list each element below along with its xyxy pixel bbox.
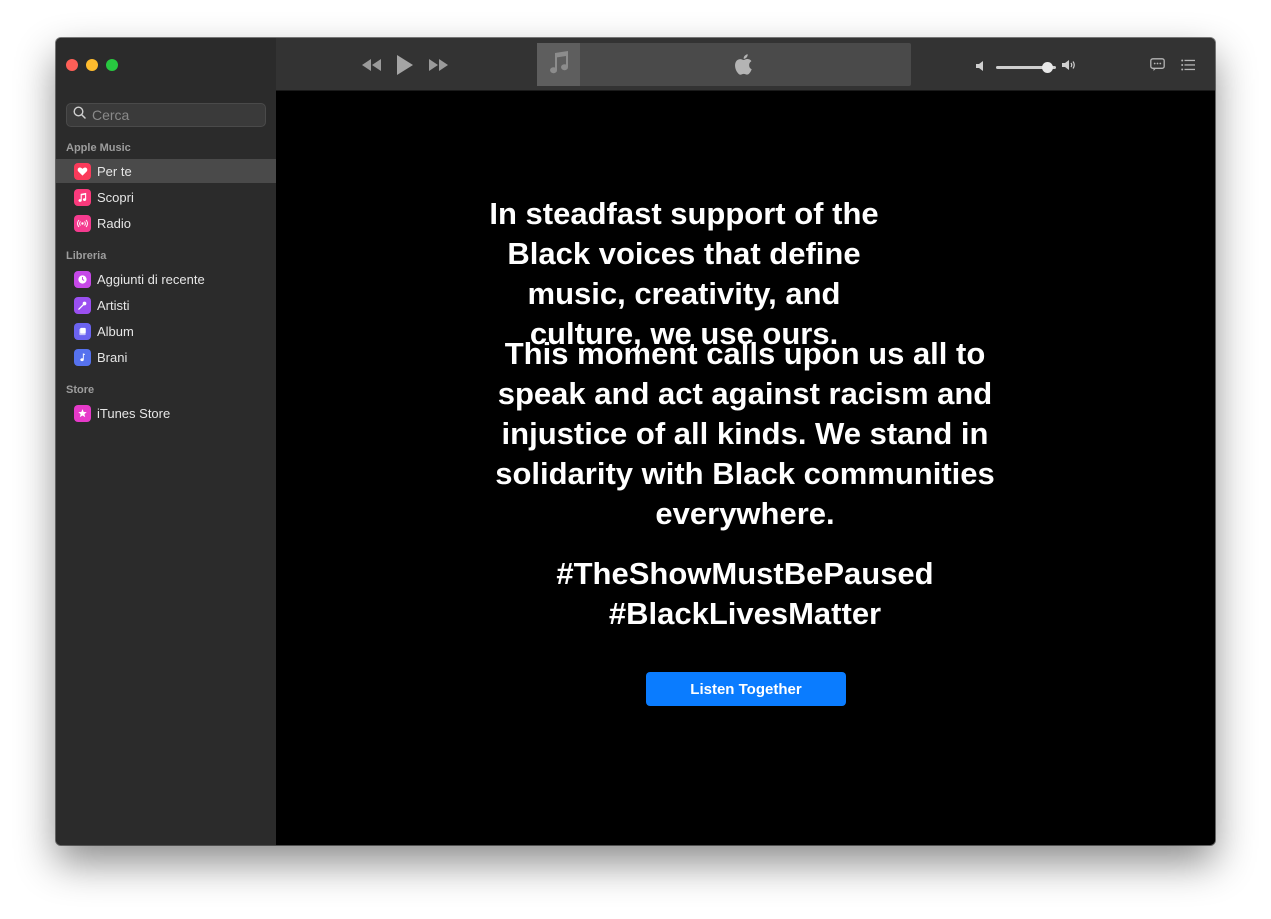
sidebar-item-album[interactable]: Album bbox=[56, 319, 276, 343]
section-label-libreria: Libreria bbox=[66, 250, 107, 262]
volume-slider[interactable] bbox=[996, 61, 1056, 73]
search-field[interactable] bbox=[66, 103, 266, 127]
close-window-button[interactable] bbox=[66, 59, 78, 71]
lyrics-icon[interactable] bbox=[1150, 58, 1165, 77]
minimize-window-button[interactable] bbox=[86, 59, 98, 71]
album-art-placeholder bbox=[537, 43, 580, 86]
sidebar-item-label: Scopri bbox=[97, 189, 134, 205]
radio-waves-icon bbox=[74, 214, 91, 232]
sidebar-item-label: Artisti bbox=[97, 297, 130, 313]
sidebar-item-itunes-store[interactable]: iTunes Store bbox=[56, 401, 276, 425]
section-label-apple-music: Apple Music bbox=[66, 142, 131, 154]
star-icon bbox=[74, 404, 91, 422]
sidebar-item-scopri[interactable]: Scopri bbox=[56, 185, 276, 209]
clock-icon bbox=[74, 270, 91, 288]
sidebar-item-label: Aggiunti di recente bbox=[97, 271, 205, 287]
statement-text-2: This moment calls upon us all to speak a… bbox=[495, 336, 995, 531]
transport-controls bbox=[360, 54, 450, 76]
music-app-window: Apple Music Per te Scopri Radio Libreria bbox=[56, 38, 1215, 845]
play-icon[interactable] bbox=[396, 54, 414, 76]
sidebar-item-per-te[interactable]: Per te bbox=[56, 159, 276, 183]
sidebar-item-brani[interactable]: Brani bbox=[56, 345, 276, 369]
hashtag-black-lives-matter: #BlackLivesMatter bbox=[608, 596, 882, 631]
music-note-icon bbox=[74, 188, 91, 206]
microphone-icon bbox=[74, 296, 91, 314]
sidebar: Apple Music Per te Scopri Radio Libreria bbox=[56, 38, 276, 845]
search-input[interactable] bbox=[92, 107, 262, 123]
volume-low-icon bbox=[976, 58, 984, 76]
music-note-icon bbox=[74, 348, 91, 366]
playback-toolbar bbox=[276, 38, 1215, 91]
album-icon bbox=[74, 322, 91, 340]
section-label-store: Store bbox=[66, 384, 95, 396]
sidebar-item-aggiunti-di-recente[interactable]: Aggiunti di recente bbox=[56, 267, 276, 291]
volume-slider-knob[interactable] bbox=[1041, 61, 1053, 73]
statement-text-1: In steadfast support of the Black voices… bbox=[489, 196, 879, 351]
listen-together-button[interactable]: Listen Together bbox=[646, 672, 846, 706]
sidebar-item-label: Album bbox=[97, 323, 134, 339]
search-icon bbox=[73, 106, 86, 124]
sidebar-item-label: Brani bbox=[97, 349, 128, 365]
heart-icon bbox=[74, 162, 91, 180]
sidebar-item-label: Per te bbox=[97, 163, 132, 179]
toolbar-right-icons bbox=[1150, 58, 1195, 77]
volume-high-icon bbox=[1062, 58, 1077, 76]
music-note-icon bbox=[548, 50, 570, 79]
main-content: In steadfast support of the Black voices… bbox=[276, 92, 1215, 845]
rewind-icon[interactable] bbox=[360, 58, 382, 72]
statement-paragraph-2: This moment calls upon us all to speak a… bbox=[276, 334, 1214, 534]
fast-forward-icon[interactable] bbox=[428, 58, 450, 72]
zoom-window-button[interactable] bbox=[106, 59, 118, 71]
hashtag-show-must-be-paused: #TheShowMustBePaused bbox=[556, 556, 934, 591]
sidebar-item-radio[interactable]: Radio bbox=[56, 211, 276, 235]
statement-paragraph-1: In steadfast support of the Black voices… bbox=[276, 194, 1214, 354]
volume-control bbox=[976, 58, 1077, 76]
up-next-list-icon[interactable] bbox=[1181, 58, 1195, 77]
now-playing-display[interactable] bbox=[537, 43, 911, 86]
apple-logo-icon bbox=[733, 53, 753, 81]
window-controls bbox=[66, 59, 118, 71]
sidebar-item-artisti[interactable]: Artisti bbox=[56, 293, 276, 317]
sidebar-item-label: iTunes Store bbox=[97, 405, 171, 421]
sidebar-item-label: Radio bbox=[97, 215, 131, 231]
